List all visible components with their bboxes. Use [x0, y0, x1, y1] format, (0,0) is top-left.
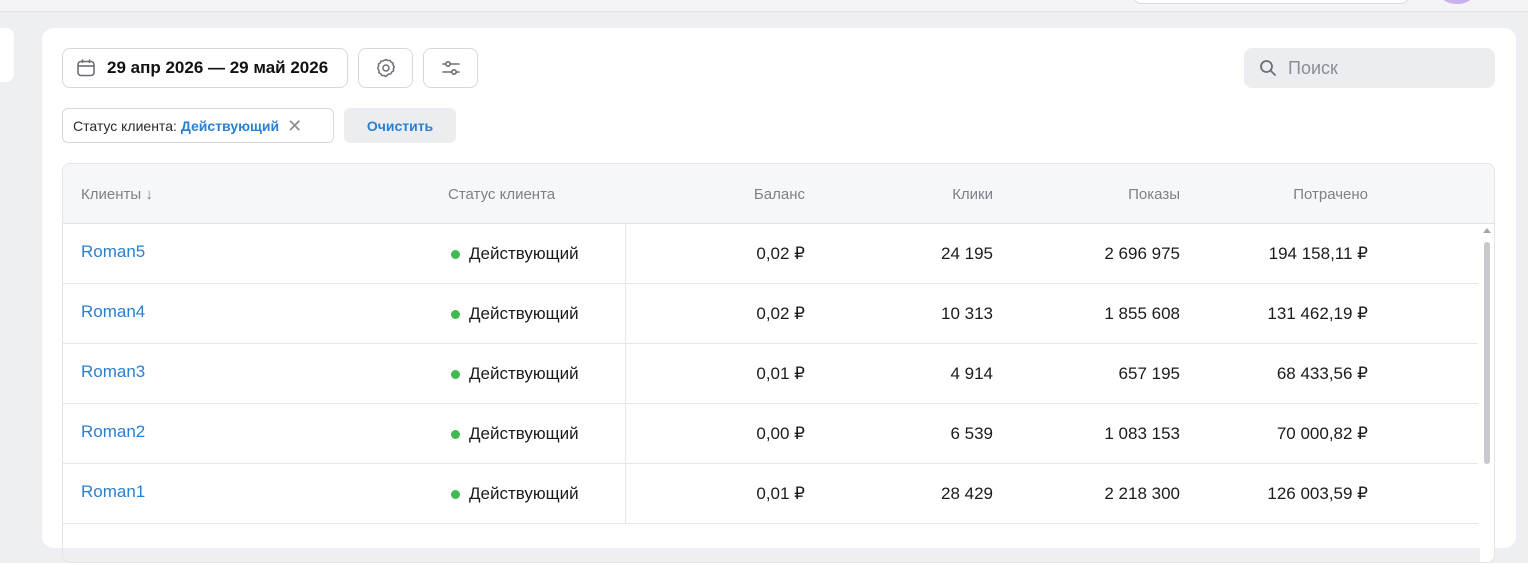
- table-row[interactable]: Roman3 Действующий 0,01 ₽ 4 914 657 195 …: [63, 344, 1478, 404]
- clear-filters-button[interactable]: Очистить: [344, 108, 456, 143]
- date-range-label: 29 апр 2026 — 29 май 2026: [107, 58, 329, 77]
- clicks-cell: 6 539: [950, 424, 993, 443]
- filter-chip-key: Статус клиента:: [73, 117, 177, 134]
- client-link[interactable]: Roman5: [81, 222, 381, 282]
- column-header-shows[interactable]: Показы: [1043, 164, 1180, 224]
- filter-chip-value: Действующий: [180, 117, 280, 134]
- search-icon: [1260, 60, 1276, 76]
- column-header-status[interactable]: Статус клиента: [448, 164, 678, 224]
- filters-button[interactable]: [423, 48, 478, 88]
- sliders-icon: [441, 61, 460, 76]
- status-cell: Действующий: [448, 344, 678, 404]
- status-cell: Действующий: [448, 224, 678, 284]
- search-box[interactable]: [1244, 48, 1495, 88]
- balance-cell: 0,02 ₽: [756, 244, 805, 263]
- table-header: Клиенты ↓ Статус клиента Баланс Клики По…: [63, 164, 1494, 224]
- balance-cell: 0,01 ₽: [756, 484, 805, 503]
- client-link[interactable]: Roman3: [81, 342, 381, 402]
- status-label: Действующий: [469, 484, 579, 503]
- spent-cell: 194 158,11 ₽: [1268, 244, 1368, 263]
- spent-cell: 131 462,19 ₽: [1267, 304, 1368, 323]
- column-header-clients[interactable]: Клиенты ↓: [81, 164, 381, 224]
- balance-cell: 0,01 ₽: [756, 364, 805, 383]
- status-cell: Действующий: [448, 404, 678, 464]
- shows-cell: 2 218 300: [1104, 484, 1180, 503]
- calendar-icon: [77, 59, 95, 77]
- spent-cell: 70 000,82 ₽: [1276, 424, 1368, 443]
- table-row[interactable]: Roman4 Действующий 0,02 ₽ 10 313 1 855 6…: [63, 284, 1478, 344]
- status-dot-icon: [451, 369, 460, 379]
- date-range-button[interactable]: 29 апр 2026 — 29 май 2026: [62, 48, 348, 88]
- client-link[interactable]: Roman1: [81, 462, 381, 522]
- balance-cell: 0,02 ₽: [756, 304, 805, 323]
- top-search-field[interactable]: [1133, 0, 1409, 4]
- scrollbar-thumb[interactable]: [1484, 242, 1490, 464]
- status-dot-icon: [451, 489, 460, 499]
- spent-cell: 126 003,59 ₽: [1267, 484, 1368, 503]
- client-link[interactable]: Roman4: [81, 282, 381, 342]
- clicks-cell: 24 195: [941, 244, 993, 263]
- spent-cell: 68 433,56 ₽: [1276, 364, 1368, 383]
- table-row[interactable]: Roman1 Действующий 0,01 ₽ 28 429 2 218 3…: [63, 464, 1478, 524]
- search-input[interactable]: [1288, 57, 1478, 79]
- status-cell: Действующий: [448, 284, 678, 344]
- settings-button[interactable]: [358, 48, 413, 88]
- table-body: Roman5 Действующий 0,02 ₽ 24 195 2 696 9…: [63, 224, 1478, 524]
- table-row[interactable]: Roman2 Действующий 0,00 ₽ 6 539 1 083 15…: [63, 404, 1478, 464]
- clicks-cell: 28 429: [941, 484, 993, 503]
- column-header-clicks[interactable]: Клики: [863, 164, 993, 224]
- shows-cell: 1 083 153: [1104, 424, 1180, 443]
- shows-cell: 1 855 608: [1104, 304, 1180, 323]
- status-cell: Действующий: [448, 464, 678, 524]
- clicks-cell: 10 313: [941, 304, 993, 323]
- close-icon[interactable]: ✕: [287, 117, 302, 135]
- status-dot-icon: [451, 249, 460, 259]
- clicks-cell: 4 914: [950, 364, 993, 383]
- scroll-up-icon[interactable]: [1483, 228, 1491, 233]
- filter-chip-client-status[interactable]: Статус клиента: Действующий ✕: [62, 108, 334, 143]
- column-header-spent[interactable]: Потрачено: [1213, 164, 1368, 224]
- status-label: Действующий: [469, 304, 579, 323]
- sidebar-panel: [0, 28, 14, 82]
- balance-cell: 0,00 ₽: [756, 424, 805, 443]
- status-label: Действующий: [469, 364, 579, 383]
- table-row[interactable]: Roman5 Действующий 0,02 ₽ 24 195 2 696 9…: [63, 224, 1478, 284]
- client-link[interactable]: Roman2: [81, 402, 381, 462]
- status-label: Действующий: [469, 424, 579, 443]
- shows-cell: 2 696 975: [1104, 244, 1180, 263]
- clients-card: 29 апр 2026 — 29 май 2026 Статус клиента…: [42, 28, 1516, 563]
- status-label: Действующий: [469, 244, 579, 263]
- shows-cell: 657 195: [1118, 364, 1180, 383]
- clients-table: Клиенты ↓ Статус клиента Баланс Клики По…: [62, 163, 1495, 563]
- status-dot-icon: [451, 309, 460, 319]
- status-dot-icon: [451, 429, 460, 439]
- gear-icon: [376, 58, 395, 78]
- column-header-balance[interactable]: Баланс: [663, 164, 805, 224]
